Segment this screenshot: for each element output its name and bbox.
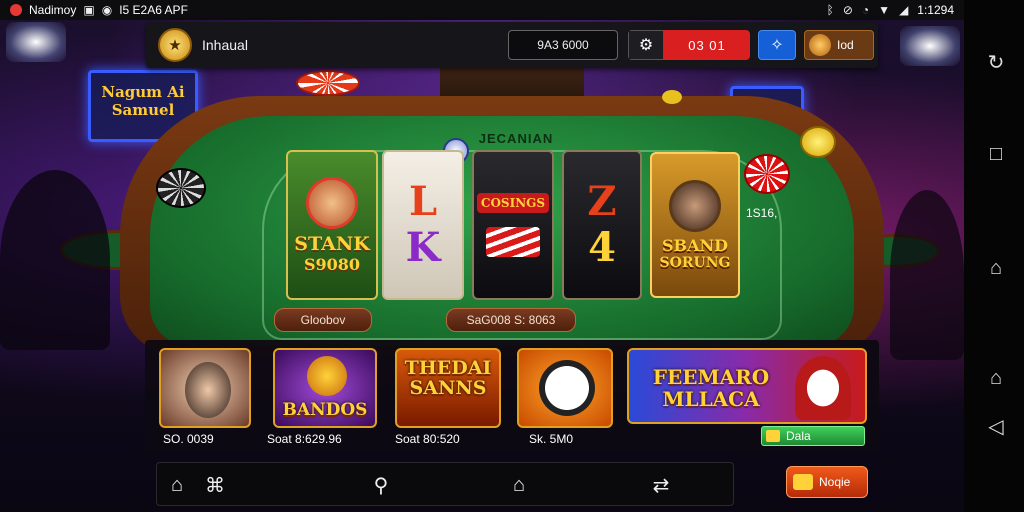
game-name: BANDOS	[282, 400, 368, 420]
chip	[662, 90, 682, 104]
status-notif-text: I5 E2A6 APF	[119, 3, 188, 17]
game-art	[185, 362, 231, 418]
table-left-button[interactable]: Gloobov	[274, 308, 372, 332]
reel-badge: COSINGS	[476, 193, 550, 213]
chip-stack	[156, 168, 206, 208]
game-caption: Soat 8:629.96	[267, 432, 342, 446]
search-icon[interactable]: ⚲	[369, 473, 393, 497]
table-title: JECANIAN	[478, 131, 554, 146]
game-tile[interactable]	[159, 348, 251, 428]
game-name: THEDAI SANNS	[404, 357, 492, 399]
card-line1: STANK	[294, 232, 370, 255]
character-portrait	[669, 179, 721, 232]
crowd-silhouette	[890, 190, 964, 360]
timer-value: 03 01	[664, 30, 750, 60]
stage-light	[6, 22, 66, 62]
swap-icon[interactable]: ⇄	[649, 473, 673, 497]
back-icon[interactable]: ◁	[984, 414, 1008, 438]
x-frame-icon[interactable]: ⌘	[203, 473, 227, 497]
chip-stack	[800, 126, 836, 158]
diamond-icon: ✧	[770, 37, 784, 54]
game-caption: SO. 0039	[163, 432, 214, 446]
status-bar: Nadimoy ▣ ◉ I5 E2A6 APF ᛒ ⊘ ◔ ▼ ◢ 1:1294	[0, 0, 964, 20]
rotate-icon[interactable]: ↻	[984, 50, 1008, 74]
bottom-cta-button[interactable]: Noqie	[786, 466, 868, 498]
settings-timer[interactable]: ⚙ 03 01	[628, 30, 750, 60]
game-name: FEEMARO MLLACA	[652, 365, 770, 411]
card-line2: S9080	[303, 254, 361, 274]
card-line1: SBAND	[662, 235, 728, 255]
image-icon: ▣	[83, 3, 95, 17]
game-tile[interactable]: THEDAI SANNS	[395, 348, 501, 428]
play-label: Dala	[786, 429, 811, 443]
chip-stack	[296, 70, 360, 96]
panda-art	[539, 360, 595, 416]
gift-icon	[793, 474, 813, 490]
crowd-silhouette	[0, 170, 110, 350]
alarm-icon: ◔	[861, 3, 870, 17]
app-notification-icon	[10, 4, 22, 16]
ribbon-icon	[486, 227, 540, 257]
table-center-button[interactable]: SaG008 S: 8063	[446, 308, 576, 332]
reel-symbol-top: Z	[587, 178, 617, 225]
wifi-icon: ▼	[878, 3, 891, 17]
app-title: Inhaual	[202, 37, 248, 53]
ticket-icon	[766, 430, 780, 442]
stage-light	[900, 26, 960, 66]
diamond-button[interactable]: ✧	[758, 30, 796, 60]
game-tile[interactable]	[517, 348, 613, 428]
game-mascot	[795, 356, 851, 420]
game-caption: Soat 80:520	[395, 432, 460, 446]
games-carousel: SO. 0039 BANDOS Soat 8:629.96 THEDAI SAN…	[145, 340, 879, 452]
chip-stack	[744, 154, 790, 194]
home-icon[interactable]: ⌂	[984, 256, 1008, 280]
status-app-label: Nadimoy	[29, 3, 77, 17]
character-card[interactable]: SBAND SORUNG	[650, 152, 740, 298]
status-time: 1:1294	[917, 3, 954, 17]
character-card[interactable]: STANK S9080	[286, 150, 378, 300]
recents-icon[interactable]: □	[984, 142, 1008, 166]
avatar[interactable]: ★	[158, 28, 192, 62]
reel-card[interactable]: L K	[382, 150, 464, 300]
game-tile-featured[interactable]: FEEMARO MLLACA	[627, 348, 867, 424]
signal-icon: ◢	[899, 3, 909, 17]
reel-card[interactable]: COSINGS	[472, 150, 554, 300]
card-line2: SORUNG	[659, 254, 731, 271]
app-bar: ★ Inhaual 9A3 6000 ⚙ 03 01 ✧ Iod	[146, 22, 878, 68]
play-button[interactable]: Dala	[761, 426, 865, 446]
profile-avatar	[809, 34, 831, 56]
circle-icon: ◉	[101, 3, 113, 17]
game-art	[307, 356, 347, 396]
profile-label: Iod	[837, 38, 854, 52]
game-tile[interactable]: BANDOS	[273, 348, 377, 428]
gear-icon[interactable]: ⚙	[628, 30, 664, 60]
reel-symbol-bottom: 4	[588, 224, 616, 271]
character-portrait	[306, 176, 358, 229]
bluetooth-icon: ᛒ	[826, 3, 834, 17]
game-caption: Sk. 5M0	[529, 432, 574, 446]
reel-card[interactable]: Z 4	[562, 150, 642, 300]
home-icon[interactable]: ⌂	[165, 473, 189, 497]
screenshot-icon[interactable]: ⌂	[984, 366, 1008, 390]
bottom-nav: ⌂ ⌘ ⚲ ⌂ ⇄	[156, 462, 734, 506]
side-label: 1S16,	[746, 206, 778, 220]
system-nav-bar: ↻ □ ⌂ ⌂ ◁	[964, 0, 1024, 512]
bottom-cta-label: Noqie	[819, 475, 851, 489]
profile-button[interactable]: Iod	[804, 30, 874, 60]
home-outline-icon[interactable]: ⌂	[507, 473, 531, 497]
reel-symbol-bottom: K	[405, 224, 441, 271]
balance-display[interactable]: 9A3 6000	[508, 30, 618, 60]
mute-icon: ⊘	[842, 3, 853, 17]
reel-symbol-top: L	[408, 178, 438, 225]
